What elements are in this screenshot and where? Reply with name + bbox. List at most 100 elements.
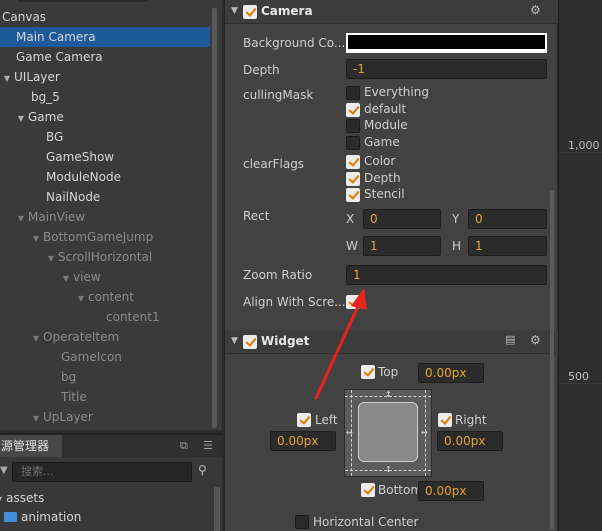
clear-flag-option-checkbox[interactable]	[346, 171, 360, 186]
hierarchy-node[interactable]: GameShow	[0, 147, 210, 167]
hierarchy-node[interactable]: ModuleNode	[0, 167, 210, 187]
background-color-swatch[interactable]	[346, 33, 547, 53]
widget-component-header[interactable]: ▼ Widget ▤ ⚙	[225, 330, 558, 354]
folder-icon	[4, 512, 17, 522]
expand-arrow-icon[interactable]: ▼	[44, 249, 58, 269]
assets-item[interactable]: animation	[4, 508, 81, 526]
assets-tab[interactable]: 源管理器	[0, 435, 62, 457]
hierarchy-node[interactable]: Title	[0, 387, 210, 407]
camera-enabled-checkbox[interactable]	[243, 5, 257, 19]
culling-mask-option-checkbox[interactable]	[346, 136, 360, 151]
hierarchy-node[interactable]: ▼ content	[0, 287, 210, 307]
hierarchy-node-label: Canvas	[2, 10, 47, 24]
filter-icon[interactable]: ▼	[0, 465, 8, 476]
hierarchy-node[interactable]: bg_5	[0, 87, 210, 107]
maximize-icon[interactable]: ⧉	[180, 439, 188, 453]
gear-icon[interactable]: ⚙	[530, 333, 541, 347]
hierarchy-node[interactable]: ▼ MainView	[0, 207, 210, 227]
collapse-arrow-icon[interactable]: ▼	[231, 6, 238, 16]
hierarchy-node[interactable]: BG	[0, 127, 210, 147]
rect-x-input[interactable]: 0	[363, 209, 441, 229]
assets-item[interactable]: Font	[4, 527, 47, 531]
expand-arrow-icon[interactable]: ▼	[0, 495, 2, 504]
gear-icon[interactable]: ⚙	[530, 3, 541, 17]
culling-mask-option-checkbox[interactable]	[346, 102, 360, 117]
widget-target-rect	[358, 402, 418, 462]
align-with-screen-checkbox[interactable]	[346, 295, 360, 309]
hierarchy-node[interactable]: ▼ view	[0, 267, 210, 287]
hierarchy-node[interactable]: Main Camera	[0, 27, 210, 47]
book-icon[interactable]: ▤	[505, 333, 515, 346]
hierarchy-node[interactable]: ▼ Game	[0, 107, 210, 127]
scene-view[interactable]: 1,000 500	[558, 0, 602, 531]
widget-bottom-label: Bottom	[378, 483, 423, 497]
rect-w-input[interactable]: 1	[363, 236, 441, 256]
hierarchy-node[interactable]: ▼ BottomGameJump	[0, 227, 210, 247]
hierarchy-node[interactable]: Canvas	[0, 7, 210, 27]
culling-mask-label: cullingMask	[243, 88, 314, 102]
hierarchy-node-label: GameShow	[46, 150, 115, 164]
hierarchy-top-divider	[18, 0, 148, 2]
hierarchy-panel: Canvas Main Camera Game Camera ▼ UILayer bg_5…	[0, 0, 222, 430]
assets-search-input[interactable]: 搜索...	[12, 462, 192, 482]
expand-arrow-icon[interactable]: ▼	[29, 229, 43, 249]
rect-h-input[interactable]: 1	[468, 236, 547, 256]
hierarchy-node[interactable]: bg	[0, 367, 210, 387]
hierarchy-node-label: Main Camera	[16, 30, 96, 44]
expand-arrow-icon[interactable]: ▼	[29, 409, 43, 429]
depth-label: Depth	[243, 63, 280, 77]
expand-arrow-icon[interactable]: ▼	[29, 329, 43, 349]
horizontal-center-checkbox[interactable]	[295, 515, 309, 529]
hierarchy-scrollbar[interactable]	[212, 8, 217, 428]
widget-top-checkbox[interactable]	[361, 365, 375, 379]
widget-enabled-checkbox[interactable]	[243, 335, 257, 349]
widget-top-input[interactable]: 0.00px	[418, 363, 484, 383]
hierarchy-node-label: content1	[106, 310, 160, 324]
hierarchy-node[interactable]: ▼ UILayer	[0, 67, 210, 87]
expand-arrow-icon[interactable]: ▼	[14, 209, 28, 229]
widget-top-label: Top	[378, 365, 399, 379]
widget-right-checkbox[interactable]	[438, 413, 452, 427]
hierarchy-node-label: UpLayer	[43, 410, 93, 424]
assets-scrollbar[interactable]	[214, 487, 220, 531]
hierarchy-node[interactable]: ▼ UpLayer	[0, 407, 210, 427]
widget-bottom-checkbox[interactable]	[361, 483, 375, 497]
hierarchy-node-label: NailNode	[46, 190, 101, 204]
collapse-arrow-icon[interactable]: ▼	[231, 336, 238, 346]
widget-title: Widget	[261, 334, 310, 348]
hierarchy-node-label: Game Camera	[16, 50, 103, 64]
assets-item[interactable]: ▼ assets	[0, 489, 44, 507]
ruler-gridline	[559, 152, 602, 153]
background-color-label: Background Co...	[243, 36, 346, 50]
widget-right-input[interactable]: 0.00px	[437, 431, 503, 451]
widget-left-checkbox[interactable]	[297, 413, 311, 427]
culling-mask-option-checkbox[interactable]	[346, 86, 360, 100]
clear-flag-option-checkbox[interactable]	[346, 188, 360, 203]
hierarchy-node[interactable]: ▼ OperateItem	[0, 327, 210, 347]
inspector-scrollbar[interactable]	[550, 190, 554, 530]
hierarchy-node[interactable]: ▼ ScrollHorizontal	[0, 247, 210, 267]
arrow-horizontal-icon: ↔	[421, 428, 428, 437]
expand-arrow-icon[interactable]: ▼	[14, 109, 28, 129]
search-icon[interactable]: ⚲	[198, 463, 207, 477]
expand-arrow-icon[interactable]: ▼	[0, 69, 14, 89]
widget-left-input[interactable]: 0.00px	[270, 431, 336, 451]
hierarchy-node[interactable]: GameIcon	[0, 347, 210, 367]
arrow-vertical-icon: ↕	[385, 390, 392, 399]
hierarchy-node-label: UILayer	[14, 70, 60, 84]
hierarchy-node-label: ScrollHorizontal	[58, 250, 153, 264]
camera-component-header[interactable]: ▼ Camera ⚙	[225, 0, 558, 24]
depth-input[interactable]: -1	[346, 59, 547, 79]
hierarchy-node[interactable]: content1	[0, 307, 210, 327]
expand-arrow-icon[interactable]: ▼	[59, 269, 73, 289]
menu-icon[interactable]: ☰	[203, 439, 213, 452]
culling-mask-option-checkbox[interactable]	[346, 119, 360, 134]
hierarchy-node[interactable]: Game Camera	[0, 47, 210, 67]
zoom-ratio-label: Zoom Ratio	[243, 268, 313, 282]
rect-y-input[interactable]: 0	[468, 209, 547, 229]
hierarchy-node[interactable]: NailNode	[0, 187, 210, 207]
widget-bottom-input[interactable]: 0.00px	[418, 481, 484, 501]
zoom-ratio-input[interactable]: 1	[346, 265, 547, 285]
expand-arrow-icon[interactable]: ▼	[74, 289, 88, 309]
clear-flag-option-checkbox[interactable]	[346, 155, 360, 169]
